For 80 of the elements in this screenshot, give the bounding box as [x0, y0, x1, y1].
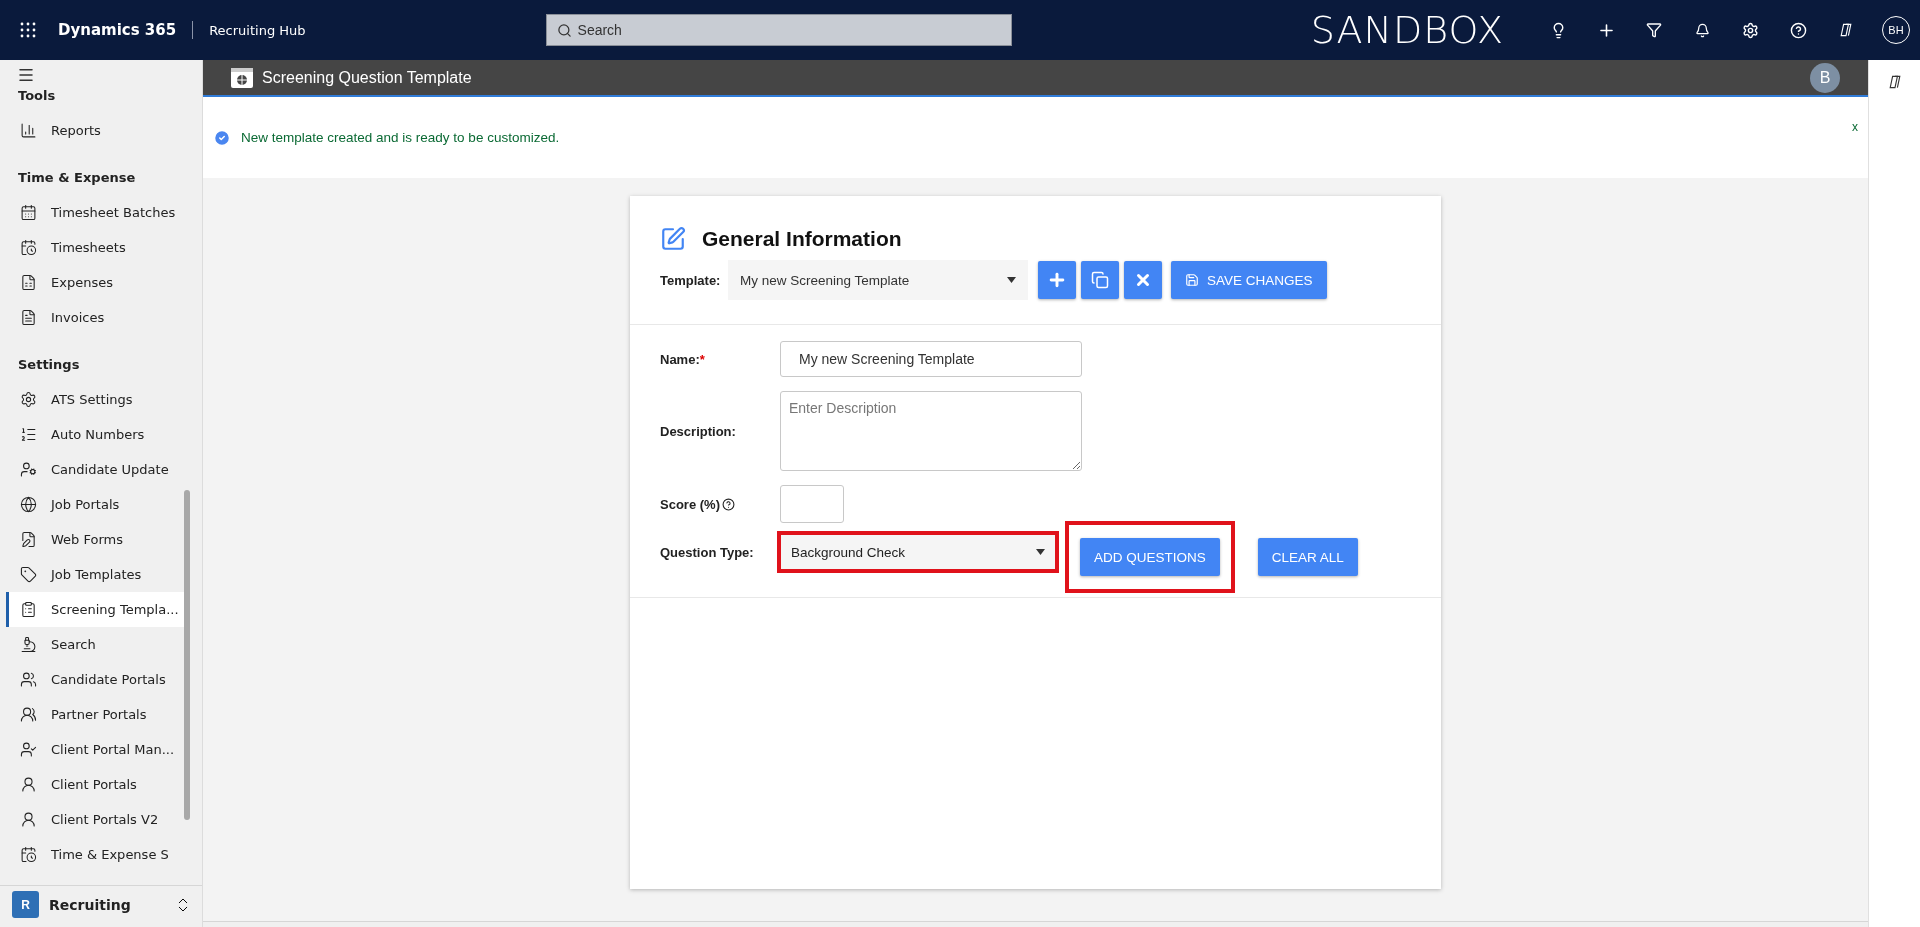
sidebar-item[interactable]: Timesheets	[6, 230, 188, 265]
sidebar-item[interactable]: Expenses	[6, 265, 188, 300]
sidebar-item[interactable]: Time & Expense S	[6, 837, 188, 872]
sidebar-item[interactable]: Search	[6, 627, 188, 662]
group-icon	[20, 706, 37, 723]
search-icon	[556, 22, 572, 38]
field-label: Score (%)	[660, 496, 780, 512]
notification-message: New template created and is ready to be customized.	[241, 130, 561, 145]
users-icon	[20, 671, 37, 688]
area-name: Recruiting Hub	[208, 22, 306, 38]
form-title: General Information	[702, 227, 902, 251]
microscope-icon	[20, 636, 37, 653]
field-label: Template:	[660, 272, 722, 288]
help-icon	[721, 497, 735, 511]
clipboard-icon	[20, 601, 37, 618]
sidebar-item[interactable]: Client Portals V2	[6, 802, 188, 837]
sidebar-item[interactable]: Partner Portals	[6, 697, 188, 732]
user-gear-icon	[20, 461, 37, 478]
save-button[interactable]: SAVE CHANGES	[1171, 261, 1327, 299]
check-icon	[213, 128, 231, 147]
gear-icon	[20, 391, 37, 408]
search-placeholder: Search	[577, 22, 622, 38]
section-title: Settings	[17, 356, 81, 374]
sidebar-item[interactable]: Web Forms	[6, 522, 188, 557]
sidebar-item[interactable]: Client Portal Man...	[6, 732, 188, 767]
area-badge: R	[12, 891, 39, 918]
calendar-clock-icon	[20, 846, 37, 863]
template-icon	[230, 65, 254, 90]
question-type-select[interactable]: Background Check	[777, 531, 1059, 573]
close-icon	[1134, 271, 1152, 289]
section-title: Tools	[17, 87, 57, 105]
copy-icon	[1091, 271, 1109, 289]
area-switcher[interactable]: R Recruiting	[0, 885, 202, 923]
tag-icon	[20, 566, 37, 583]
edit-icon	[660, 226, 686, 252]
copy-button[interactable]	[1081, 261, 1119, 299]
save-icon	[1185, 273, 1199, 287]
score-input[interactable]	[780, 485, 844, 523]
add-questions-button[interactable]: ADD QUESTIONS	[1080, 538, 1220, 576]
field-label: Question Type:	[660, 545, 755, 560]
sidebar-item[interactable]: Candidate Portals	[6, 662, 188, 697]
sidebar-item[interactable]: Timesheet Batches	[6, 195, 188, 230]
calendar-icon	[20, 204, 37, 221]
add-button[interactable]	[1038, 261, 1076, 299]
close-button[interactable]: x	[1852, 120, 1858, 134]
page-title: Screening Question Template	[262, 68, 473, 87]
chart-icon	[20, 122, 37, 139]
section-title: Time & Expense	[17, 169, 137, 187]
field-label: Description:	[660, 423, 737, 439]
calendar-clock-icon	[20, 239, 37, 256]
field-label: Name:*	[660, 351, 706, 367]
description-input[interactable]: Enter Description	[780, 391, 1082, 471]
globe-icon	[20, 496, 37, 513]
user-check-icon	[20, 741, 37, 758]
name-input[interactable]: My new Screening Template	[780, 341, 1082, 377]
user-icon	[20, 776, 37, 793]
caret-icon	[1007, 277, 1016, 283]
numbered-list-icon	[20, 426, 37, 443]
clear-all-button[interactable]: CLEAR ALL	[1257, 538, 1358, 576]
search-field[interactable]: Search	[545, 14, 1012, 46]
sidebar-item[interactable]: Candidate Update	[6, 452, 188, 487]
sidebar-item[interactable]: Job Templates	[6, 557, 188, 592]
user-icon	[20, 811, 37, 828]
sidebar-item[interactable]: Client Portals	[6, 767, 188, 802]
template-select[interactable]: My new Screening Template	[728, 260, 1028, 300]
document-icon	[20, 309, 37, 326]
sidebar-item[interactable]: Job Portals	[6, 487, 188, 522]
form-edit-icon	[20, 531, 37, 548]
app-name: Dynamics 365	[58, 21, 194, 39]
sidebar-item[interactable]: Auto Numbers	[6, 417, 188, 452]
spreadsheet-icon	[20, 274, 37, 291]
app-launcher-icon[interactable]	[20, 22, 36, 38]
area-label: Recruiting	[49, 896, 132, 913]
sidebar-item[interactable]: Reports	[6, 113, 188, 148]
sidebar-item[interactable]: ATS Settings	[6, 382, 188, 417]
plus-icon	[1047, 270, 1067, 290]
sidebar-item[interactable]: Invoices	[6, 300, 188, 335]
caret-icon	[1036, 549, 1045, 555]
environment-label: SANDBOX	[1310, 8, 1504, 52]
delete-button[interactable]	[1124, 261, 1162, 299]
